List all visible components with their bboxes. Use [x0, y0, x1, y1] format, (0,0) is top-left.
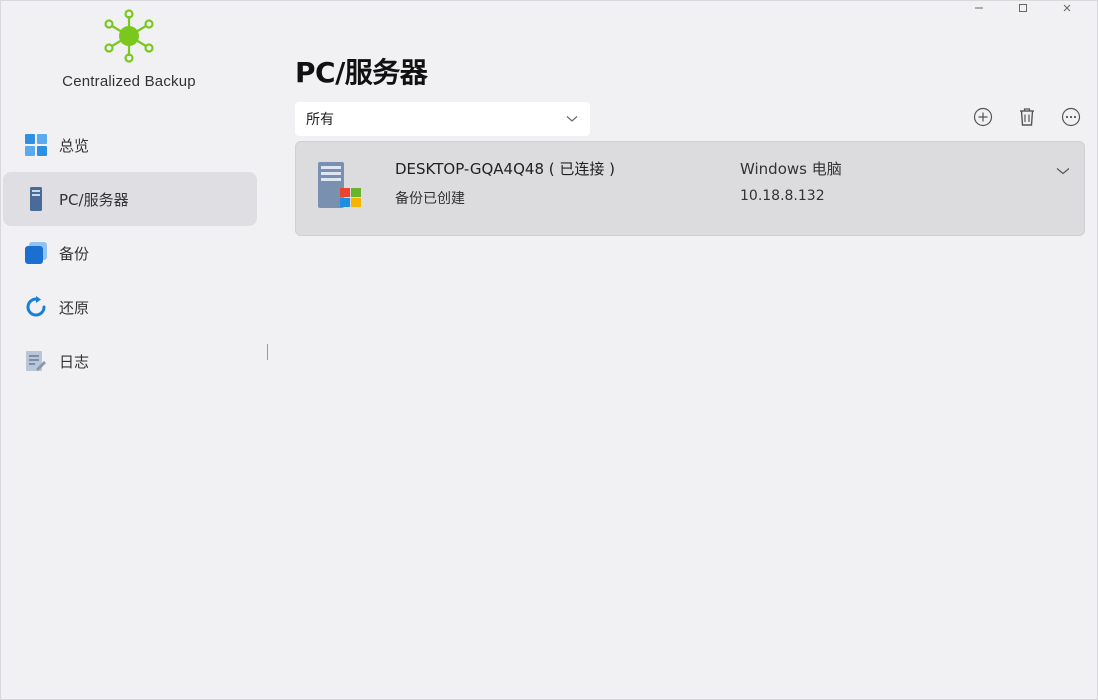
sidebar-item-pc-server[interactable]: PC/服务器	[3, 172, 257, 226]
device-toolbar	[971, 105, 1083, 129]
app-name: Centralized Backup	[62, 73, 196, 90]
sidebar-item-label: 备份	[59, 244, 90, 263]
chevron-down-icon	[1056, 168, 1070, 175]
centralized-backup-logo-icon	[104, 9, 154, 63]
device-filter-dropdown[interactable]: 所有	[295, 102, 590, 136]
app-window: Centralized Backup 总览 PC/服务器 备份 还原 日志 PC…	[0, 0, 1098, 700]
page-title: PC/服务器	[295, 56, 428, 89]
sidebar-item-overview[interactable]: 总览	[3, 118, 257, 172]
windows-pc-icon	[318, 162, 361, 208]
device-type: Windows 电脑	[740, 160, 842, 178]
expand-device-button[interactable]	[1054, 162, 1072, 180]
sidebar-item-label: 还原	[59, 298, 90, 317]
trash-icon	[1020, 108, 1034, 126]
sidebar-item-label: PC/服务器	[59, 190, 129, 209]
sidebar-item-label: 日志	[59, 352, 90, 371]
log-icon	[23, 348, 49, 374]
device-name: DESKTOP-GQA4Q48 ( 已连接 )	[395, 160, 616, 178]
filter-selected-value: 所有	[306, 112, 334, 128]
brand: Centralized Backup	[1, 9, 257, 90]
delete-device-button[interactable]	[1015, 105, 1039, 129]
add-icon	[973, 107, 993, 127]
computer-tower-icon	[23, 186, 49, 212]
restore-icon	[23, 294, 49, 320]
sidebar-item-backup[interactable]: 备份	[3, 226, 257, 280]
device-list-item[interactable]: DESKTOP-GQA4Q48 ( 已连接 ) 备份已创建 Windows 电脑…	[295, 141, 1085, 236]
sidebar-item-log[interactable]: 日志	[3, 334, 257, 388]
grid-icon	[23, 132, 49, 158]
device-ip-address: 10.18.8.132	[740, 188, 825, 204]
sidebar-splitter[interactable]	[267, 344, 268, 360]
sidebar-item-label: 总览	[59, 136, 90, 155]
more-options-button[interactable]	[1059, 105, 1083, 129]
main-content: PC/服务器 所有 DESKTOP-GQA4Q48 (已连接) 备份已创建 …	[295, 1, 1085, 700]
sidebar: Centralized Backup 总览 PC/服务器 备份 还原 日志	[1, 1, 263, 700]
sidebar-item-restore[interactable]: 还原	[3, 280, 257, 334]
device-status: 备份已创建	[395, 191, 465, 207]
chevron-down-icon	[566, 116, 578, 122]
add-device-button[interactable]	[971, 105, 995, 129]
backup-icon	[23, 240, 49, 266]
more-icon	[1061, 107, 1081, 127]
sidebar-nav: 总览 PC/服务器 备份 还原 日志	[3, 118, 257, 388]
